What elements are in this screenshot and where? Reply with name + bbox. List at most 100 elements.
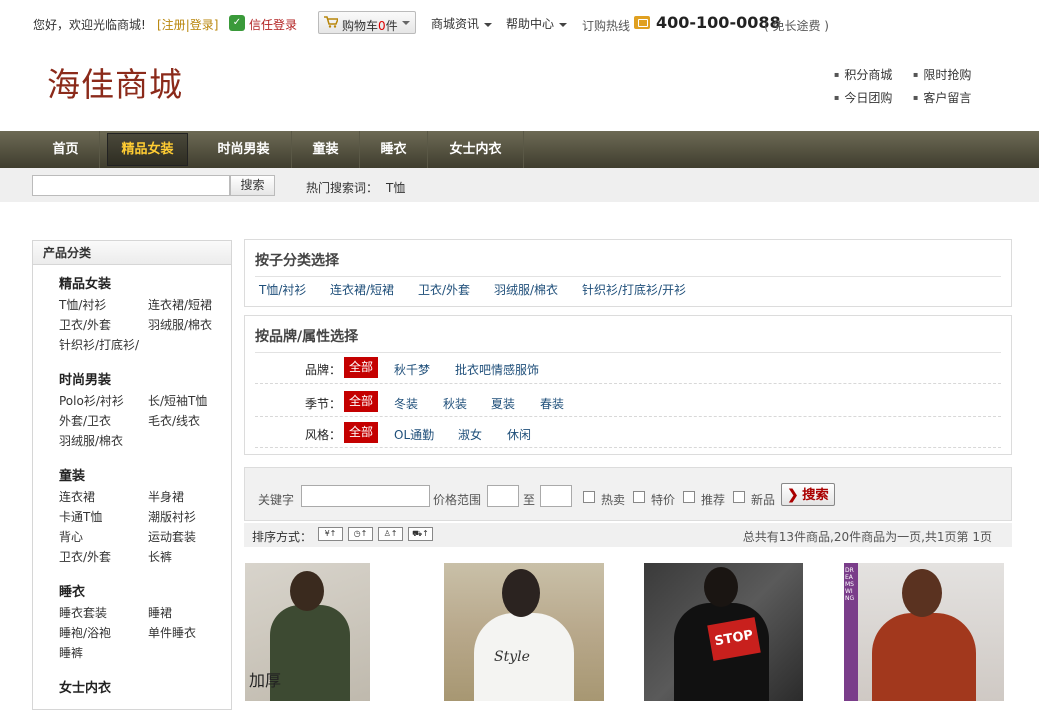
nav-home[interactable]: 首页 bbox=[32, 131, 100, 168]
product-image[interactable]: STOP bbox=[644, 563, 803, 701]
quicklink-flash-sale[interactable]: 限时抢购 bbox=[913, 66, 971, 83]
price-min-input[interactable] bbox=[487, 485, 519, 507]
filter-option[interactable]: 春装 bbox=[540, 395, 564, 412]
sort-popularity-icon[interactable]: ♙↑ bbox=[378, 527, 403, 541]
sidebar-category-lingerie[interactable]: 女士内衣 bbox=[59, 677, 111, 696]
attribute-filter: 按品牌/属性选择 品牌： 全部 秋千梦 批衣吧情感服饰 季节： 全部 冬装 秋装… bbox=[244, 315, 1012, 455]
sidebar-sub-item[interactable]: 潮版衬衫 bbox=[148, 508, 196, 525]
filter-option[interactable]: 秋千梦 bbox=[394, 361, 430, 378]
checkbox-label: 推荐 bbox=[701, 493, 726, 507]
checkbox-label: 热卖 bbox=[601, 493, 626, 507]
sidebar-category-sleepwear[interactable]: 睡衣 bbox=[59, 581, 85, 600]
quicklink-message[interactable]: 客户留言 bbox=[913, 89, 971, 106]
subcategory-title: 按子分类选择 bbox=[255, 253, 339, 269]
search-input[interactable] bbox=[32, 175, 230, 196]
sidebar-sub-item[interactable]: 连衣裙/短裙 bbox=[148, 296, 212, 313]
sidebar-sub-item[interactable]: 连衣裙 bbox=[59, 488, 95, 505]
sidebar-sub-item[interactable]: 羽绒服/棉衣 bbox=[59, 432, 123, 449]
menu-help[interactable]: 帮助中心 bbox=[506, 15, 568, 32]
shopping-cart-icon bbox=[324, 16, 338, 28]
price-range-label: 价格范围 bbox=[433, 493, 482, 507]
sort-price-icon[interactable]: ¥↑ bbox=[318, 527, 343, 541]
nav-women[interactable]: 精品女装 bbox=[107, 133, 188, 166]
attribute-title: 按品牌/属性选择 bbox=[255, 329, 359, 345]
filter-all-season[interactable]: 全部 bbox=[344, 391, 378, 412]
hotline-note: ( 免长途费 ) bbox=[764, 19, 829, 33]
nav-sleepwear[interactable]: 睡衣 bbox=[360, 131, 428, 168]
keyword-input[interactable] bbox=[301, 485, 430, 507]
filter-option[interactable]: 冬装 bbox=[394, 395, 418, 412]
sidebar-sub-item[interactable]: 卫衣/外套 bbox=[59, 548, 111, 565]
sidebar-sub-item[interactable]: 针织衫/打底衫/ bbox=[59, 336, 139, 353]
trusted-login-icon[interactable]: ✓ bbox=[229, 15, 245, 31]
sidebar-sub-item[interactable]: 运动套装 bbox=[148, 528, 196, 545]
product-image[interactable]: 加厚 bbox=[245, 563, 370, 701]
sidebar-title: 产品分类 bbox=[33, 241, 231, 265]
nav-lingerie[interactable]: 女士内衣 bbox=[428, 131, 524, 168]
checkbox-label: 新品 bbox=[751, 493, 776, 507]
search-button[interactable]: 搜索 bbox=[230, 175, 275, 196]
sidebar-sub-item[interactable]: 单件睡衣 bbox=[148, 624, 196, 641]
price-max-input[interactable] bbox=[540, 485, 572, 507]
filter-option[interactable]: 休闲 bbox=[507, 426, 531, 443]
sidebar-sub-item[interactable]: T恤/衬衫 bbox=[59, 296, 106, 313]
sidebar-sub-item[interactable]: 长/短袖T恤 bbox=[148, 392, 207, 409]
quicklink-group-buy[interactable]: 今日团购 bbox=[834, 89, 892, 106]
checkbox-recommend[interactable] bbox=[683, 491, 695, 503]
advanced-search-button[interactable]: ❯ 搜索 bbox=[781, 483, 835, 506]
filter-option[interactable]: 批衣吧情感服饰 bbox=[455, 361, 539, 378]
sidebar-sub-item[interactable]: 毛衣/线衣 bbox=[148, 412, 200, 429]
sidebar-sub-item[interactable]: 外套/卫衣 bbox=[59, 412, 111, 429]
sidebar-sub-item[interactable]: Polo衫/衬衫 bbox=[59, 392, 124, 409]
sidebar-sub-item[interactable]: 睡裤 bbox=[59, 644, 83, 661]
checkbox-new[interactable] bbox=[733, 491, 745, 503]
divider bbox=[255, 416, 1001, 417]
menu-news[interactable]: 商城资讯 bbox=[431, 15, 493, 32]
sidebar-category-kids[interactable]: 童装 bbox=[59, 465, 85, 484]
login-link[interactable]: 登录] bbox=[190, 18, 219, 32]
sort-time-icon[interactable]: ◷↑ bbox=[348, 527, 373, 541]
filter-option[interactable]: 夏装 bbox=[491, 395, 515, 412]
filter-label-brand: 品牌： bbox=[304, 363, 341, 377]
filter-option[interactable]: 秋装 bbox=[443, 395, 467, 412]
sidebar-category-women[interactable]: 精品女装 bbox=[59, 273, 111, 292]
sidebar-sub-item[interactable]: 背心 bbox=[59, 528, 83, 545]
sidebar-sub-item[interactable]: 睡袍/浴袍 bbox=[59, 624, 111, 641]
sidebar-sub-item[interactable]: 长裤 bbox=[148, 548, 172, 565]
product-image[interactable]: Style bbox=[444, 563, 604, 701]
nav-kids[interactable]: 童装 bbox=[292, 131, 360, 168]
product-image[interactable]: DREAMSWING bbox=[844, 563, 1004, 701]
chevron-down-icon bbox=[484, 22, 493, 27]
result-summary: 总共有13件商品,20件商品为一页,共1页第 1页 bbox=[742, 530, 992, 544]
sidebar-category-men[interactable]: 时尚男装 bbox=[59, 369, 111, 388]
register-link[interactable]: [注册 bbox=[157, 18, 186, 32]
subcategory-link[interactable]: 针织衫/打底衫/开衫 bbox=[582, 281, 686, 298]
sidebar-sub-item[interactable]: 卫衣/外套 bbox=[59, 316, 111, 333]
checkbox-special[interactable] bbox=[633, 491, 645, 503]
checkbox-hot[interactable] bbox=[583, 491, 595, 503]
quicklink-points-mall[interactable]: 积分商城 bbox=[834, 66, 892, 83]
filter-all-brand[interactable]: 全部 bbox=[344, 357, 378, 378]
cart-button[interactable]: 购物车0件 bbox=[318, 11, 416, 34]
filter-option[interactable]: 淑女 bbox=[458, 426, 482, 443]
trusted-login-link[interactable]: 信任登录 bbox=[249, 16, 297, 33]
sidebar-sub-item[interactable]: 羽绒服/棉衣 bbox=[148, 316, 212, 333]
site-logo[interactable]: 海佳商城 bbox=[47, 58, 183, 106]
sidebar-sub-item[interactable]: 睡衣套装 bbox=[59, 604, 107, 621]
shirt-print: Style bbox=[494, 649, 530, 665]
divider bbox=[255, 447, 1001, 448]
sidebar-sub-item[interactable]: 睡裙 bbox=[148, 604, 172, 621]
sidebar-sub-item[interactable]: 半身裙 bbox=[148, 488, 184, 505]
hotline-number: 400-100-0088 bbox=[656, 13, 781, 32]
subcategory-link[interactable]: 羽绒服/棉衣 bbox=[494, 281, 558, 298]
filter-all-style[interactable]: 全部 bbox=[344, 422, 378, 443]
sidebar-sub-item[interactable]: 卡通T恤 bbox=[59, 508, 102, 525]
nav-men[interactable]: 时尚男装 bbox=[196, 131, 292, 168]
subcategory-link[interactable]: T恤/衬衫 bbox=[259, 281, 306, 298]
sort-sales-icon[interactable]: ⛟↑ bbox=[408, 527, 433, 541]
subcategory-link[interactable]: 连衣裙/短裙 bbox=[330, 281, 394, 298]
model-head bbox=[704, 567, 738, 607]
subcategory-link[interactable]: 卫衣/外套 bbox=[418, 281, 470, 298]
filter-option[interactable]: OL通勤 bbox=[394, 426, 434, 443]
hot-keyword-link[interactable]: T恤 bbox=[386, 179, 405, 196]
